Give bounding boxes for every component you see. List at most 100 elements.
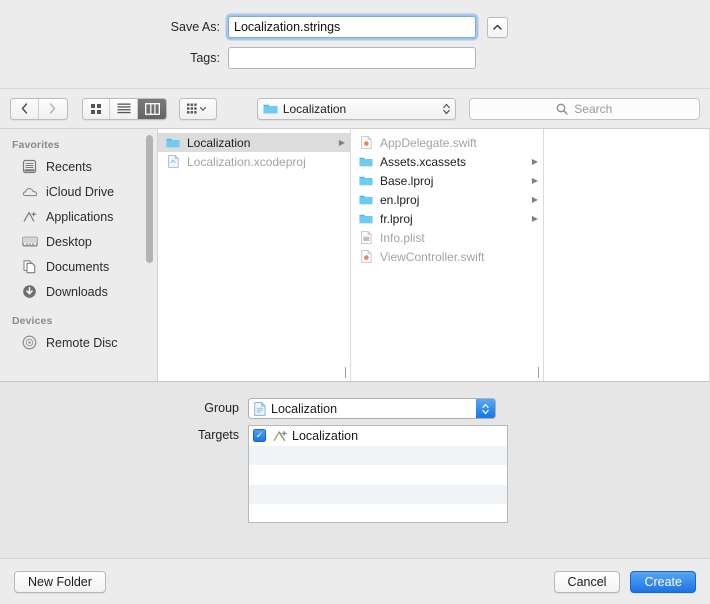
documents-icon <box>22 259 39 274</box>
sidebar-item-label: Desktop <box>46 234 92 249</box>
list-item[interactable]: ✓ Localization <box>249 426 507 446</box>
list-item <box>249 504 507 522</box>
search-icon <box>556 103 568 115</box>
chevron-up-down-icon <box>476 399 495 418</box>
folder-icon <box>263 104 278 113</box>
path-popup-button[interactable]: Localization <box>256 97 456 120</box>
list-item <box>249 445 507 465</box>
search-input[interactable]: Search <box>468 97 701 120</box>
chevron-down-icon <box>199 106 207 111</box>
sidebar-scrollbar[interactable] <box>146 135 153 263</box>
table-row[interactable]: Localization.xcodeproj <box>158 152 350 171</box>
chevron-right-icon <box>50 103 56 114</box>
create-button[interactable]: Create <box>630 570 696 593</box>
sidebar-item-applications[interactable]: Applications <box>0 204 157 229</box>
sidebar-item-desktop[interactable]: Desktop <box>0 229 157 254</box>
disclosure-arrow-icon[interactable]: ▶ <box>532 176 538 185</box>
new-folder-button[interactable]: New Folder <box>14 570 106 593</box>
forward-button[interactable] <box>39 99 67 119</box>
targets-row: Targets ✓ Localization <box>0 425 710 523</box>
table-row[interactable]: Info.plist <box>351 228 543 247</box>
sidebar-item-downloads[interactable]: Downloads <box>0 279 157 304</box>
table-row[interactable]: Localization ▶ <box>158 133 350 152</box>
arrange-grid-icon <box>186 103 207 113</box>
file-name: Info.plist <box>380 230 425 245</box>
file-browser: Favorites Recents iCloud Drive Applicati… <box>0 128 710 382</box>
disc-icon <box>22 335 39 350</box>
sidebar-item-label: Documents <box>46 259 110 274</box>
browser-column-3 <box>544 129 710 381</box>
save-as-row: Save As: Localization.strings <box>0 16 710 38</box>
browser-toolbar: Localization Search <box>0 88 710 128</box>
group-row: Group Localization <box>0 398 710 419</box>
column-view-button[interactable] <box>138 98 167 119</box>
file-name: Localization <box>187 135 251 150</box>
chevron-up-down-icon <box>442 103 450 114</box>
sidebar: Favorites Recents iCloud Drive Applicati… <box>0 129 158 381</box>
sidebar-item-label: Applications <box>46 209 114 224</box>
targets-list[interactable]: ✓ Localization <box>248 425 508 523</box>
folder-icon <box>358 213 374 225</box>
table-row[interactable]: Assets.xcassets ▶ <box>351 152 543 171</box>
target-name: Localization <box>292 428 359 443</box>
desktop-icon <box>22 235 39 248</box>
sidebar-section-favorites-title: Favorites <box>12 139 60 151</box>
browser-column-2: AppDelegate.swift Assets.xcassets ▶ Base… <box>351 129 544 381</box>
table-row[interactable]: Base.lproj ▶ <box>351 171 543 190</box>
sidebar-item-remote-disc[interactable]: Remote Disc <box>0 330 157 355</box>
folder-icon <box>358 175 374 187</box>
group-popup-label: Localization <box>271 401 338 416</box>
table-row[interactable]: AppDelegate.swift <box>351 133 543 152</box>
expand-collapse-button[interactable] <box>487 16 508 38</box>
disclosure-arrow-icon[interactable]: ▶ <box>532 195 538 204</box>
accessory-panel: Group Localization Targets ✓ Localizatio… <box>0 382 710 558</box>
chevron-left-icon <box>21 103 28 114</box>
recents-icon <box>22 159 39 174</box>
table-row[interactable]: en.lproj ▶ <box>351 190 543 209</box>
arrange-button[interactable] <box>180 99 216 119</box>
file-name: AppDelegate.swift <box>380 135 477 150</box>
swift-file-icon <box>358 250 374 263</box>
file-name: Assets.xcassets <box>380 154 467 169</box>
file-name: Localization.xcodeproj <box>187 154 306 169</box>
save-as-input[interactable]: Localization.strings <box>228 16 476 38</box>
tags-input[interactable] <box>228 47 476 69</box>
group-popup-button[interactable]: Localization <box>248 398 496 419</box>
icon-view-button[interactable] <box>83 98 111 119</box>
list-item <box>249 484 507 504</box>
targets-label: Targets <box>198 428 239 442</box>
xcode-app-icon <box>272 429 288 443</box>
cancel-button[interactable]: Cancel <box>553 570 621 593</box>
column-view-icon <box>144 102 160 115</box>
icon-view-icon <box>91 103 102 114</box>
back-button[interactable] <box>11 98 39 119</box>
list-view-button[interactable] <box>110 98 139 119</box>
applications-icon <box>22 210 39 224</box>
sidebar-item-documents[interactable]: Documents <box>0 254 157 279</box>
file-name: ViewController.swift <box>380 249 485 264</box>
dialog-footer: New Folder Cancel Create <box>0 558 710 604</box>
save-as-value: Localization.strings <box>234 20 341 34</box>
sidebar-item-label: Recents <box>46 159 92 174</box>
group-label: Group <box>204 401 239 415</box>
file-name: Base.lproj <box>380 173 434 188</box>
disclosure-arrow-icon[interactable]: ▶ <box>532 214 538 223</box>
disclosure-arrow-icon[interactable]: ▶ <box>532 157 538 166</box>
swift-file-icon <box>358 136 374 149</box>
downloads-icon <box>22 284 39 299</box>
table-row[interactable]: ViewController.swift <box>351 247 543 266</box>
disclosure-arrow-icon[interactable]: ▶ <box>339 138 345 147</box>
navigation-segment <box>10 97 68 120</box>
dialog-header: Save As: Localization.strings Tags: <box>0 0 710 88</box>
tags-label: Tags: <box>190 51 220 65</box>
file-name: en.lproj <box>380 192 420 207</box>
folder-icon <box>358 156 374 168</box>
folder-icon <box>165 137 181 149</box>
sidebar-item-recents[interactable]: Recents <box>0 154 157 179</box>
chevron-up-icon <box>493 24 502 30</box>
target-checkbox[interactable]: ✓ <box>253 429 266 443</box>
file-name: fr.lproj <box>380 211 413 226</box>
sidebar-item-icloud-drive[interactable]: iCloud Drive <box>0 179 157 204</box>
table-row[interactable]: fr.lproj ▶ <box>351 209 543 228</box>
cloud-icon <box>22 186 39 198</box>
